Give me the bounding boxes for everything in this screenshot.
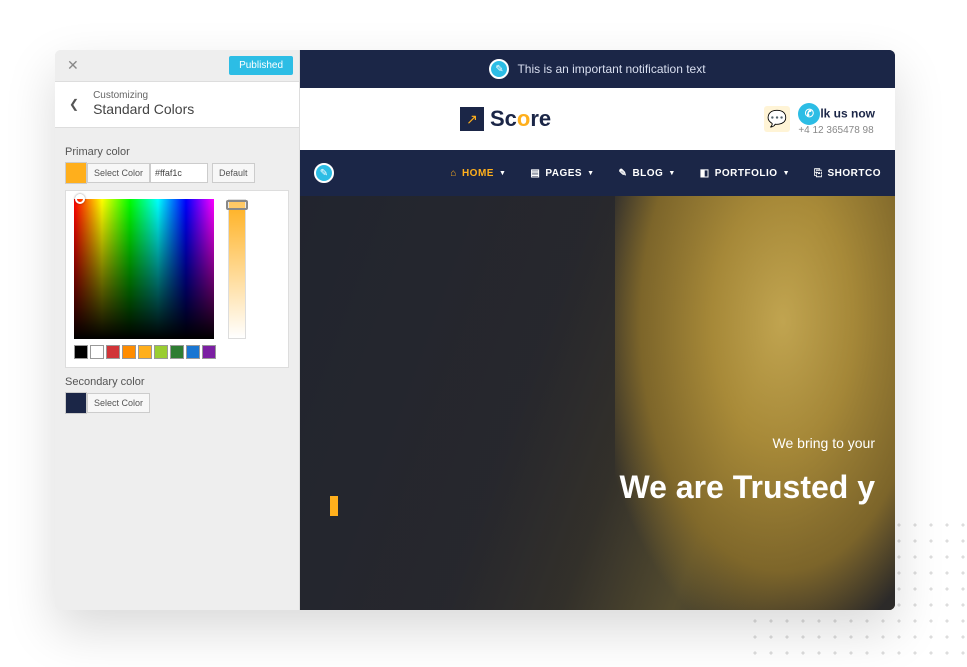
default-button[interactable]: Default: [212, 163, 255, 183]
accent-bar: [330, 496, 338, 516]
site-header: ↗ Score 💬 ✆lk us now +4 12 365478 98: [300, 88, 895, 150]
site-logo[interactable]: ↗ Score: [460, 106, 551, 132]
chevron-down-icon: ▼: [783, 170, 790, 177]
hero-text: We bring to your We are Trusted y: [619, 435, 875, 506]
contact-block: 💬 ✆lk us now +4 12 365478 98: [764, 103, 875, 136]
notification-text: This is an important notification text: [517, 62, 705, 76]
nav-blog[interactable]: ✎ BLOG ▼: [619, 168, 676, 179]
published-badge[interactable]: Published: [229, 56, 293, 75]
hue-handle-icon[interactable]: [226, 200, 248, 210]
site-preview: ✎ This is an important notification text…: [300, 50, 895, 610]
secondary-color-row: Select Color: [65, 392, 289, 414]
edit-icon[interactable]: ✎: [314, 163, 334, 183]
palette-swatch[interactable]: [122, 345, 136, 359]
notification-bar: ✎ This is an important notification text: [300, 50, 895, 88]
chat-icon[interactable]: 💬: [764, 106, 790, 132]
chevron-down-icon: ▼: [668, 170, 675, 177]
nav-pages[interactable]: ▤ PAGES ▼: [530, 168, 594, 179]
logo-mark-icon: ↗: [460, 107, 484, 131]
nav-shortcode[interactable]: ⎘ SHORTCO: [814, 168, 881, 179]
phone-icon: ✆: [798, 103, 820, 125]
select-color-button-secondary[interactable]: Select Color: [87, 393, 150, 413]
chevron-down-icon: ▼: [499, 170, 506, 177]
pages-icon: ▤: [530, 168, 540, 179]
section-title: Standard Colors: [93, 101, 194, 117]
main-nav: ✎ ⌂ HOME ▼ ▤ PAGES ▼ ✎ BLOG ▼ ◧ PORTFOLI…: [300, 150, 895, 196]
hue-slider[interactable]: [228, 199, 246, 339]
home-icon: ⌂: [450, 168, 457, 179]
palette-swatch[interactable]: [90, 345, 104, 359]
edit-icon[interactable]: ✎: [489, 59, 509, 79]
section-header: ❮ Customizing Standard Colors: [55, 82, 299, 128]
primary-hex-input[interactable]: [150, 163, 208, 183]
blog-icon: ✎: [619, 168, 628, 179]
call-label: ✆lk us now: [798, 103, 875, 125]
primary-color-row: Select Color Default: [65, 162, 289, 184]
phone-number: +4 12 365478 98: [798, 125, 875, 136]
customizer-sidebar: ✕ Published ❮ Customizing Standard Color…: [55, 50, 300, 610]
close-icon[interactable]: ✕: [61, 55, 85, 76]
shortcode-icon: ⎘: [814, 168, 823, 179]
select-color-button[interactable]: Select Color: [87, 163, 150, 183]
primary-swatch[interactable]: [65, 162, 87, 184]
nav-home[interactable]: ⌂ HOME ▼: [450, 168, 506, 179]
palette-swatch[interactable]: [138, 345, 152, 359]
hero-headline: We are Trusted y: [619, 469, 875, 506]
hero-image: [615, 196, 895, 610]
hero-subline: We bring to your: [619, 435, 875, 451]
sidebar-topbar: ✕ Published: [55, 50, 299, 82]
palette-swatch[interactable]: [202, 345, 216, 359]
portfolio-icon: ◧: [700, 168, 710, 179]
logo-text: Score: [490, 106, 551, 132]
back-icon[interactable]: ❮: [65, 93, 83, 115]
secondary-color-label: Secondary color: [65, 376, 289, 388]
palette-row: [74, 345, 216, 359]
nav-portfolio[interactable]: ◧ PORTFOLIO ▼: [700, 168, 790, 179]
hero-section: We bring to your We are Trusted y: [300, 196, 895, 610]
customizing-label: Customizing: [93, 90, 194, 101]
color-picker: [65, 190, 289, 368]
gradient-cursor-icon[interactable]: [75, 194, 85, 204]
palette-swatch[interactable]: [170, 345, 184, 359]
app-frame: ✕ Published ❮ Customizing Standard Color…: [55, 50, 895, 610]
chevron-down-icon: ▼: [587, 170, 594, 177]
colors-panel: Primary color Select Color Default: [55, 128, 299, 430]
palette-swatch[interactable]: [74, 345, 88, 359]
palette-swatch[interactable]: [106, 345, 120, 359]
primary-color-label: Primary color: [65, 146, 289, 158]
palette-swatch[interactable]: [186, 345, 200, 359]
saturation-gradient[interactable]: [74, 199, 214, 339]
palette-swatch[interactable]: [154, 345, 168, 359]
secondary-swatch[interactable]: [65, 392, 87, 414]
